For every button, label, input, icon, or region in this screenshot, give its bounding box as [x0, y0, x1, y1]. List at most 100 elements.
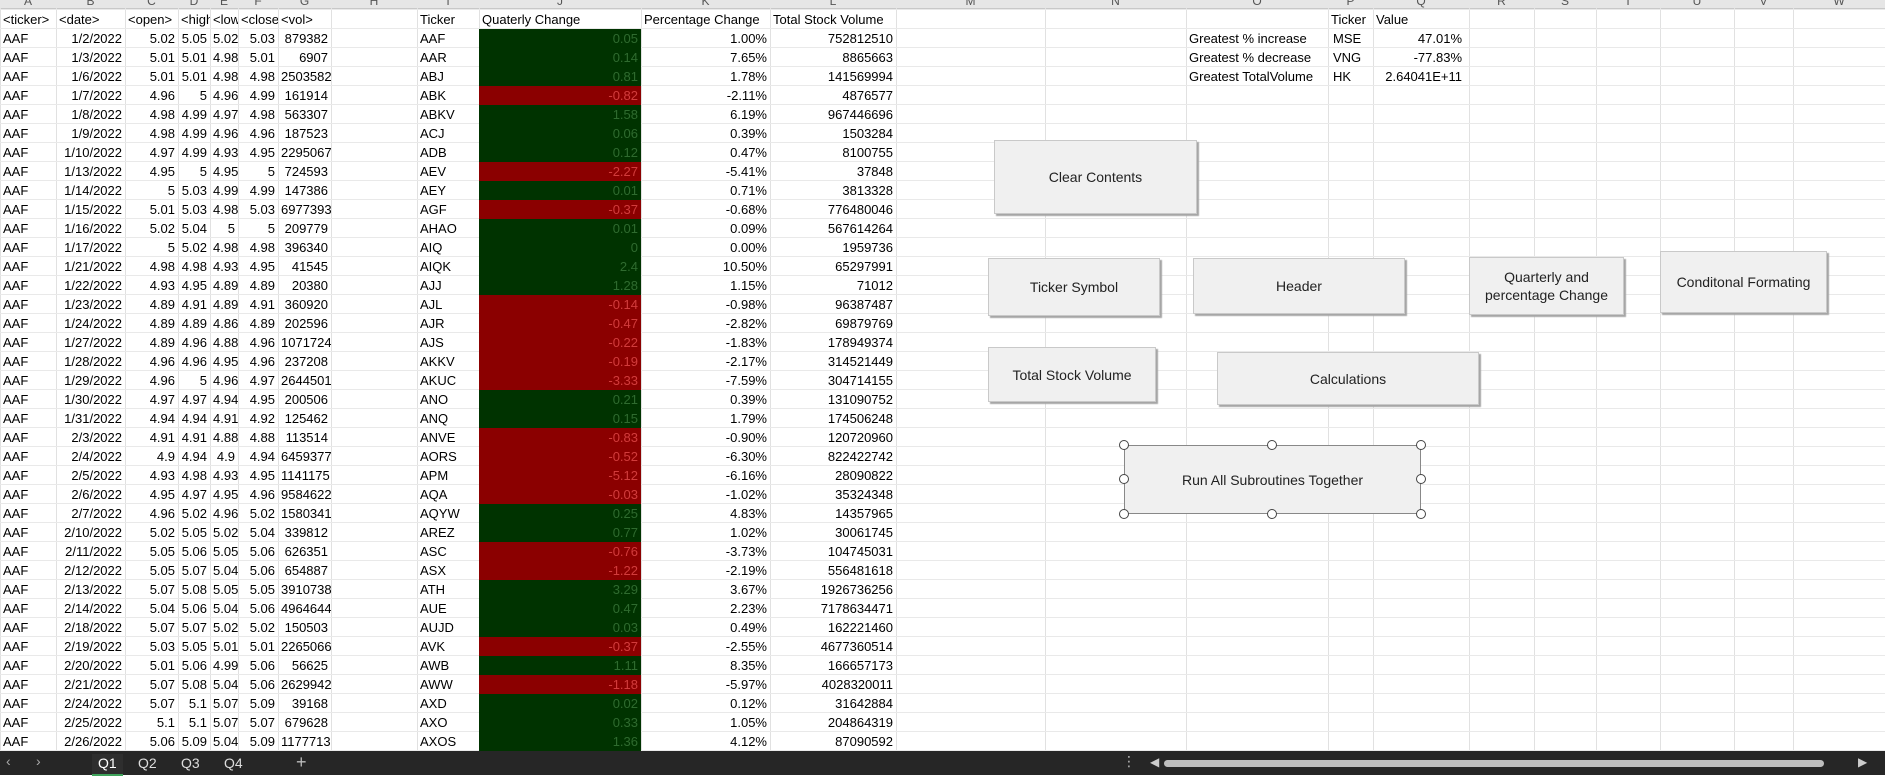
- summary-pct[interactable]: -5.41%: [641, 162, 770, 181]
- summary-ticker[interactable]: AJR: [417, 314, 479, 333]
- data-cell[interactable]: 626351: [278, 542, 331, 561]
- data-cell[interactable]: AAF: [0, 390, 56, 409]
- header-ticker[interactable]: <ticker>: [0, 10, 56, 29]
- summary-volume[interactable]: 162221460: [770, 618, 896, 637]
- summary-change[interactable]: 0.33: [479, 713, 641, 732]
- summary-ticker-header[interactable]: Ticker: [417, 10, 479, 29]
- summary-volume[interactable]: 30061745: [770, 523, 896, 542]
- data-cell[interactable]: AAF: [0, 580, 56, 599]
- summary-ticker[interactable]: ANVE: [417, 428, 479, 447]
- data-cell[interactable]: 4.96: [210, 124, 238, 143]
- header-open[interactable]: <open>: [125, 10, 178, 29]
- summary-change[interactable]: 0.01: [479, 219, 641, 238]
- data-cell[interactable]: AAF: [0, 352, 56, 371]
- data-cell[interactable]: 4.98: [125, 105, 178, 124]
- data-cell[interactable]: 4.93: [210, 466, 238, 485]
- summary-ticker[interactable]: ABKV: [417, 105, 479, 124]
- summary-volume[interactable]: 556481618: [770, 561, 896, 580]
- data-cell[interactable]: AAF: [0, 713, 56, 732]
- summary-volume[interactable]: 822422742: [770, 447, 896, 466]
- resize-handle-bottom-left[interactable]: [1119, 509, 1129, 519]
- data-cell[interactable]: 5.06: [238, 561, 278, 580]
- data-cell[interactable]: 1/2/2022: [56, 29, 125, 48]
- summary-ticker[interactable]: AAR: [417, 48, 479, 67]
- data-cell[interactable]: 4.91: [210, 409, 238, 428]
- clear-contents-button[interactable]: Clear Contents: [994, 140, 1197, 214]
- data-cell[interactable]: 2/5/2022: [56, 466, 125, 485]
- data-cell[interactable]: AAF: [0, 143, 56, 162]
- summary-ticker[interactable]: ANO: [417, 390, 479, 409]
- data-cell[interactable]: 4.98: [125, 124, 178, 143]
- data-cell[interactable]: 2/7/2022: [56, 504, 125, 523]
- data-cell[interactable]: 4.99: [210, 181, 238, 200]
- summary-volume[interactable]: 1926736256: [770, 580, 896, 599]
- data-cell[interactable]: 5.04: [210, 675, 238, 694]
- summary-ticker[interactable]: AEV: [417, 162, 479, 181]
- data-cell[interactable]: 5.01: [178, 67, 210, 86]
- summary-ticker[interactable]: AJS: [417, 333, 479, 352]
- summary-pct[interactable]: 0.49%: [641, 618, 770, 637]
- data-cell[interactable]: 4.89: [178, 314, 210, 333]
- data-cell[interactable]: 5.1: [125, 713, 178, 732]
- summary-ticker[interactable]: ASC: [417, 542, 479, 561]
- summary-change[interactable]: 0.06: [479, 124, 641, 143]
- data-cell[interactable]: 5.07: [178, 561, 210, 580]
- data-cell[interactable]: 5.02: [178, 504, 210, 523]
- data-cell[interactable]: 2/3/2022: [56, 428, 125, 447]
- data-cell[interactable]: 1/8/2022: [56, 105, 125, 124]
- summary-pct[interactable]: 1.79%: [641, 409, 770, 428]
- data-cell[interactable]: 5.05: [178, 523, 210, 542]
- data-cell[interactable]: 4.95: [210, 162, 238, 181]
- summary-pct[interactable]: 1.05%: [641, 713, 770, 732]
- data-cell[interactable]: AAF: [0, 371, 56, 390]
- column-letter[interactable]: T: [1596, 0, 1660, 8]
- data-cell[interactable]: AAF: [0, 599, 56, 618]
- summary-ticker[interactable]: ACJ: [417, 124, 479, 143]
- summary-change[interactable]: 3.29: [479, 580, 641, 599]
- summary-volume[interactable]: 65297991: [770, 257, 896, 276]
- summary-change[interactable]: -3.33: [479, 371, 641, 390]
- data-cell[interactable]: 4.99: [238, 86, 278, 105]
- data-cell[interactable]: 5.01: [125, 200, 178, 219]
- greatest-increase-value[interactable]: 47.01%: [1374, 29, 1465, 48]
- column-header-bar[interactable]: ABCDEFGHIJKLMNOPQRSTUVW: [0, 0, 1885, 9]
- scroll-tabs-right-icon[interactable]: ›: [36, 753, 41, 769]
- data-cell[interactable]: AAF: [0, 466, 56, 485]
- data-cell[interactable]: 4.99: [178, 105, 210, 124]
- data-cell[interactable]: 5: [178, 86, 210, 105]
- data-cell[interactable]: 1/16/2022: [56, 219, 125, 238]
- summary-volume[interactable]: 304714155: [770, 371, 896, 390]
- data-cell[interactable]: 563307: [278, 105, 331, 124]
- column-letter[interactable]: O: [1186, 0, 1328, 8]
- data-cell[interactable]: AAF: [0, 637, 56, 656]
- data-cell[interactable]: AAF: [0, 656, 56, 675]
- column-letter[interactable]: S: [1534, 0, 1596, 8]
- summary-volume[interactable]: 120720960: [770, 428, 896, 447]
- data-cell[interactable]: 5.07: [210, 694, 238, 713]
- data-cell[interactable]: AAF: [0, 276, 56, 295]
- data-cell[interactable]: 1/28/2022: [56, 352, 125, 371]
- summary-pct[interactable]: 1.15%: [641, 276, 770, 295]
- data-cell[interactable]: 5.04: [238, 523, 278, 542]
- summary-change[interactable]: -0.37: [479, 200, 641, 219]
- data-cell[interactable]: 679628: [278, 713, 331, 732]
- summary-volume[interactable]: 174506248: [770, 409, 896, 428]
- data-cell[interactable]: 5.07: [210, 713, 238, 732]
- data-cell[interactable]: 4.98: [210, 48, 238, 67]
- data-cell[interactable]: AAF: [0, 86, 56, 105]
- summary-change[interactable]: 0.12: [479, 143, 641, 162]
- spreadsheet-grid[interactable]: ABCDEFGHIJKLMNOPQRSTUVW <ticker> <date> <o…: [0, 0, 1885, 751]
- summary-pct[interactable]: -1.02%: [641, 485, 770, 504]
- data-cell[interactable]: 2/14/2022: [56, 599, 125, 618]
- sheet-tab-q2[interactable]: Q2: [132, 754, 163, 774]
- greatest-volume-label[interactable]: Greatest TotalVolume: [1186, 67, 1328, 86]
- data-cell[interactable]: 5.01: [125, 67, 178, 86]
- data-cell[interactable]: 1/21/2022: [56, 257, 125, 276]
- data-cell[interactable]: 4.95: [178, 276, 210, 295]
- data-cell[interactable]: 5.07: [125, 675, 178, 694]
- conditional-formatting-button[interactable]: Conditonal Formating: [1660, 251, 1827, 313]
- data-cell[interactable]: 2/6/2022: [56, 485, 125, 504]
- summary-pct[interactable]: 10.50%: [641, 257, 770, 276]
- data-cell[interactable]: 4.91: [178, 295, 210, 314]
- data-cell[interactable]: 5.01: [210, 637, 238, 656]
